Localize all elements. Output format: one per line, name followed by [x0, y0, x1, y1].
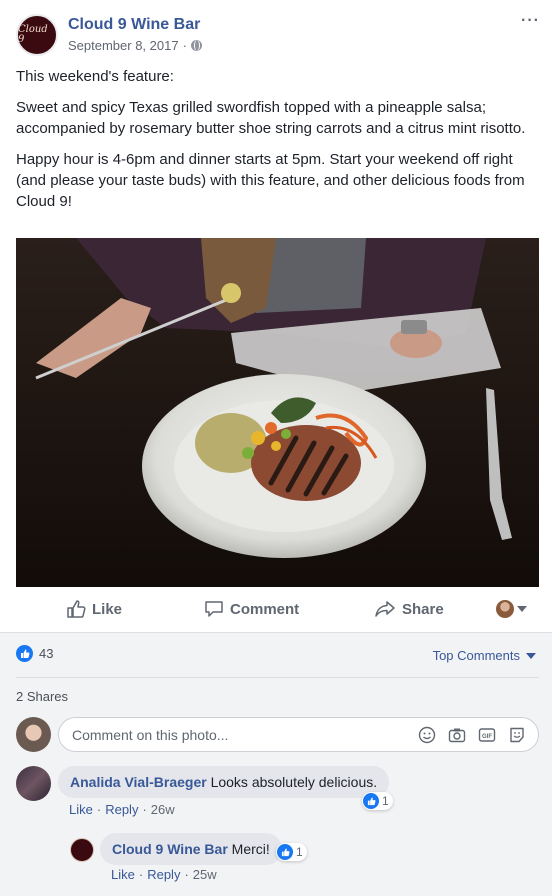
thumbs-up-icon	[67, 600, 86, 618]
like-count: 43	[39, 646, 54, 661]
post-photo[interactable]	[16, 238, 539, 587]
comment-sort-label: Top Comments	[432, 648, 520, 663]
page-name-link[interactable]: Cloud 9 Wine Bar	[68, 16, 200, 34]
comment-like-link[interactable]: Like	[69, 802, 93, 817]
chevron-down-icon	[517, 606, 527, 612]
share-button[interactable]: Share	[374, 600, 444, 618]
comment-icon	[205, 601, 223, 617]
post-date[interactable]: September 8, 2017	[68, 38, 179, 53]
post-header: Cloud 9 Cloud 9 Wine Bar September 8, 20…	[16, 13, 540, 58]
like-reaction-icon	[16, 645, 33, 662]
reply-time[interactable]: 25w	[193, 867, 217, 882]
post-as-selector[interactable]	[496, 600, 527, 618]
share-arrow-icon	[375, 601, 395, 617]
reply-reactions[interactable]: 1	[276, 843, 307, 861]
like-reaction-icon	[363, 793, 379, 809]
divider	[16, 677, 539, 678]
comment-button[interactable]: Comment	[204, 600, 299, 618]
reply-like-link[interactable]: Like	[111, 867, 135, 882]
like-count-row[interactable]: 43	[16, 645, 53, 662]
comment-meta: Like · Reply · 26w	[69, 802, 175, 817]
comment-author[interactable]: Analida Vial-Braeger	[70, 774, 207, 790]
shares-count[interactable]: 2 Shares	[16, 689, 68, 704]
page-logo: Cloud 9	[18, 24, 48, 45]
comment-reaction-count: 1	[382, 794, 389, 808]
food-photo-illustration	[16, 238, 539, 587]
composer-icons: GIF	[418, 726, 526, 744]
comment-input-placeholder: Comment on this photo...	[72, 727, 229, 743]
like-button[interactable]: Like	[66, 600, 122, 618]
like-button-label: Like	[92, 600, 123, 618]
like-reaction-icon	[277, 844, 293, 860]
commenter-avatar[interactable]	[16, 766, 51, 801]
chevron-down-icon	[526, 652, 536, 659]
comment-bubble: Analida Vial-Braeger Looks absolutely de…	[58, 766, 390, 798]
comment-input[interactable]: Comment on this photo... GIF	[58, 717, 539, 752]
post-paragraph: This weekend's feature:	[16, 68, 174, 85]
meta-separator: ·	[182, 38, 187, 53]
comment-sort-dropdown[interactable]: Top Comments	[433, 648, 536, 663]
sticker-icon[interactable]	[508, 726, 526, 744]
post-paragraph: Happy hour is 4-6pm and dinner starts at…	[16, 151, 525, 210]
comment-time[interactable]: 26w	[151, 802, 175, 817]
page-avatar[interactable]: Cloud 9	[16, 14, 58, 56]
emoji-icon[interactable]	[418, 726, 436, 744]
gif-icon[interactable]: GIF	[478, 726, 496, 744]
reply-reply-link[interactable]: Reply	[147, 867, 180, 882]
comment-reply-link[interactable]: Reply	[105, 802, 138, 817]
svg-text:GIF: GIF	[482, 734, 492, 740]
reply-text: Merci!	[231, 841, 270, 857]
comment-button-label: Comment	[230, 600, 300, 618]
reply-author-avatar[interactable]	[70, 838, 94, 862]
current-user-avatar	[16, 717, 51, 752]
comment-text: Looks absolutely delicious.	[210, 774, 378, 790]
more-options-icon[interactable]: ···	[521, 13, 540, 29]
reply-bubble: Cloud 9 Wine Bar Merci!	[100, 833, 282, 865]
camera-icon[interactable]	[448, 726, 466, 744]
globe-icon[interactable]	[190, 40, 202, 51]
share-button-label: Share	[402, 600, 444, 618]
post-paragraph: Sweet and spicy Texas grilled swordfish …	[16, 99, 526, 137]
user-avatar	[496, 600, 514, 618]
reply-meta: Like · Reply · 25w	[111, 867, 217, 882]
post-meta: September 8, 2017 ·	[68, 38, 202, 53]
post-actions: Like Comment Share	[16, 590, 539, 628]
post-text: This weekend's feature: Sweet and spicy …	[16, 66, 538, 222]
reply-reaction-count: 1	[296, 845, 303, 859]
comment-reactions[interactable]: 1	[362, 792, 393, 810]
reply-author[interactable]: Cloud 9 Wine Bar	[112, 841, 228, 857]
feedback-section: 43 Top Comments 2 Shares Comment on this…	[0, 632, 552, 896]
